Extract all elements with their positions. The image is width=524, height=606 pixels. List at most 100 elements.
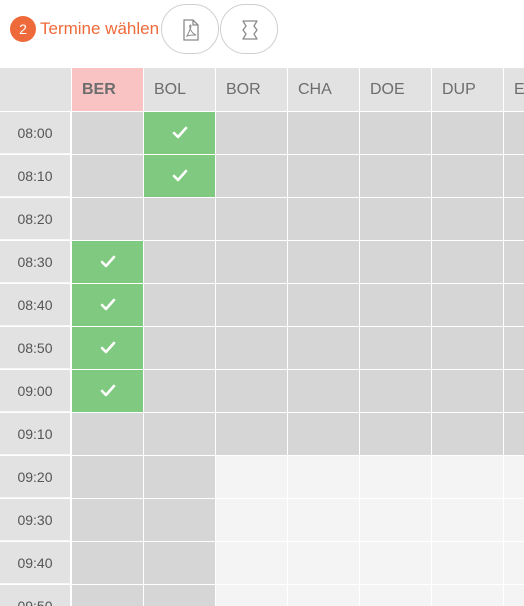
time-label: 09:10: [0, 413, 70, 455]
slot-cell-dup-0830[interactable]: [432, 241, 503, 283]
slot-cell-dup-0950[interactable]: [432, 585, 503, 606]
slot-cell-bol-0840[interactable]: [144, 284, 215, 326]
slot-cell-bor-0850[interactable]: [216, 327, 287, 369]
slot-cell-cha-0920[interactable]: [288, 456, 359, 498]
slot-cell-e-0930[interactable]: [504, 499, 524, 541]
slot-cell-ber-0940[interactable]: [72, 542, 143, 584]
slot-cell-doe-0910[interactable]: [360, 413, 431, 455]
slot-cell-cha-0940[interactable]: [288, 542, 359, 584]
column-header-bol[interactable]: BOL: [144, 68, 215, 111]
schedule-grid: BER BOL BOR CHA DOE DUP E 08:00 08:10 08:20 08:30 0…: [0, 68, 524, 606]
check-icon: [172, 169, 188, 182]
time-label: 08:00: [0, 112, 70, 154]
slot-cell-e-0820[interactable]: [504, 198, 524, 240]
slot-cell-e-0810[interactable]: [504, 155, 524, 197]
slot-cell-ber-0950[interactable]: [72, 585, 143, 606]
slot-cell-bol-0900[interactable]: [144, 370, 215, 412]
time-label: 09:20: [0, 456, 70, 498]
slot-cell-bor-0820[interactable]: [216, 198, 287, 240]
slot-cell-bor-0950[interactable]: [216, 585, 287, 606]
slot-cell-bor-0920[interactable]: [216, 456, 287, 498]
slot-cell-cha-0950[interactable]: [288, 585, 359, 606]
slot-cell-ber-0810[interactable]: [72, 155, 143, 197]
time-label: 09:40: [0, 542, 70, 584]
slot-cell-bol-0830[interactable]: [144, 241, 215, 283]
slot-cell-e-0850[interactable]: [504, 327, 524, 369]
slot-cell-e-0920[interactable]: [504, 456, 524, 498]
slot-cell-doe-0810[interactable]: [360, 155, 431, 197]
slot-cell-ber-0850[interactable]: [72, 327, 143, 369]
slot-cell-bor-0830[interactable]: [216, 241, 287, 283]
slot-cell-bor-0930[interactable]: [216, 499, 287, 541]
column-header-dup[interactable]: DUP: [432, 68, 503, 111]
column-header-bor[interactable]: BOR: [216, 68, 287, 111]
slot-cell-bol-0800[interactable]: [144, 112, 215, 154]
export-button[interactable]: [220, 4, 278, 54]
slot-cell-bol-0940[interactable]: [144, 542, 215, 584]
slot-cell-dup-0800[interactable]: [432, 112, 503, 154]
slot-cell-dup-0910[interactable]: [432, 413, 503, 455]
slot-cell-ber-0830[interactable]: [72, 241, 143, 283]
slot-cell-bor-0910[interactable]: [216, 413, 287, 455]
slot-cell-doe-0800[interactable]: [360, 112, 431, 154]
slot-cell-dup-0940[interactable]: [432, 542, 503, 584]
slot-cell-bor-0800[interactable]: [216, 112, 287, 154]
slot-cell-ber-0840[interactable]: [72, 284, 143, 326]
slot-cell-doe-0900[interactable]: [360, 370, 431, 412]
slot-cell-bol-0950[interactable]: [144, 585, 215, 606]
slot-cell-ber-0900[interactable]: [72, 370, 143, 412]
slot-cell-ber-0820[interactable]: [72, 198, 143, 240]
slot-cell-dup-0820[interactable]: [432, 198, 503, 240]
slot-cell-doe-0830[interactable]: [360, 241, 431, 283]
slot-cell-e-0950[interactable]: [504, 585, 524, 606]
slot-cell-e-0840[interactable]: [504, 284, 524, 326]
slot-cell-cha-0820[interactable]: [288, 198, 359, 240]
slot-cell-e-0910[interactable]: [504, 413, 524, 455]
slot-cell-bor-0840[interactable]: [216, 284, 287, 326]
slot-cell-dup-0930[interactable]: [432, 499, 503, 541]
slot-cell-bol-0930[interactable]: [144, 499, 215, 541]
slot-cell-bol-0910[interactable]: [144, 413, 215, 455]
column-header-ber[interactable]: BER: [72, 68, 143, 111]
slot-cell-bor-0940[interactable]: [216, 542, 287, 584]
slot-cell-ber-0800[interactable]: [72, 112, 143, 154]
slot-cell-bol-0810[interactable]: [144, 155, 215, 197]
slot-cell-bor-0900[interactable]: [216, 370, 287, 412]
slot-cell-cha-0800[interactable]: [288, 112, 359, 154]
slot-cell-e-0830[interactable]: [504, 241, 524, 283]
column-header-e[interactable]: E: [504, 68, 524, 111]
slot-cell-bor-0810[interactable]: [216, 155, 287, 197]
slot-cell-cha-0840[interactable]: [288, 284, 359, 326]
slot-cell-e-0800[interactable]: [504, 112, 524, 154]
slot-cell-cha-0810[interactable]: [288, 155, 359, 197]
slot-cell-cha-0910[interactable]: [288, 413, 359, 455]
slot-cell-doe-0930[interactable]: [360, 499, 431, 541]
slot-cell-bol-0850[interactable]: [144, 327, 215, 369]
slot-cell-cha-0850[interactable]: [288, 327, 359, 369]
column-header-doe[interactable]: DOE: [360, 68, 431, 111]
slot-cell-dup-0840[interactable]: [432, 284, 503, 326]
slot-cell-e-0940[interactable]: [504, 542, 524, 584]
slot-cell-dup-0810[interactable]: [432, 155, 503, 197]
slot-cell-doe-0850[interactable]: [360, 327, 431, 369]
slot-cell-doe-0940[interactable]: [360, 542, 431, 584]
slot-cell-e-0900[interactable]: [504, 370, 524, 412]
slot-cell-cha-0930[interactable]: [288, 499, 359, 541]
slot-cell-dup-0920[interactable]: [432, 456, 503, 498]
slot-cell-dup-0900[interactable]: [432, 370, 503, 412]
slot-cell-bol-0920[interactable]: [144, 456, 215, 498]
slot-cell-ber-0910[interactable]: [72, 413, 143, 455]
slot-cell-doe-0920[interactable]: [360, 456, 431, 498]
column-header-cha[interactable]: CHA: [288, 68, 359, 111]
slot-cell-doe-0840[interactable]: [360, 284, 431, 326]
slot-cell-cha-0900[interactable]: [288, 370, 359, 412]
check-icon: [100, 298, 116, 311]
slot-cell-bol-0820[interactable]: [144, 198, 215, 240]
slot-cell-cha-0830[interactable]: [288, 241, 359, 283]
slot-cell-doe-0820[interactable]: [360, 198, 431, 240]
slot-cell-dup-0850[interactable]: [432, 327, 503, 369]
slot-cell-doe-0950[interactable]: [360, 585, 431, 606]
slot-cell-ber-0930[interactable]: [72, 499, 143, 541]
slot-cell-ber-0920[interactable]: [72, 456, 143, 498]
pdf-button[interactable]: [161, 4, 219, 54]
